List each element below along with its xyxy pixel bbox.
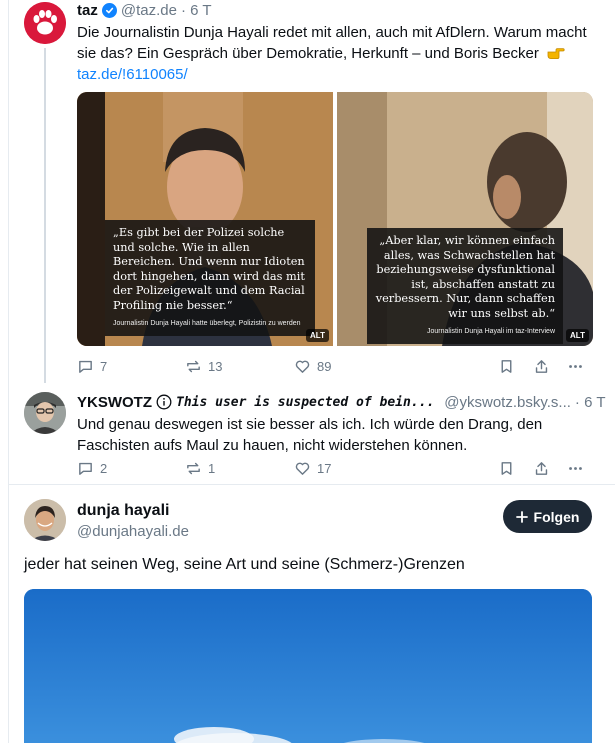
taz-paw-logo-icon	[24, 2, 66, 44]
like-count: 89	[317, 359, 332, 374]
bookmark-button[interactable]	[498, 358, 515, 375]
post-media-gallery: „Es gibt bei der Polizei solche und solc…	[77, 92, 593, 346]
post-link[interactable]: taz.de/!6110065/	[77, 66, 188, 83]
post-time[interactable]: · 6 T	[575, 394, 606, 411]
follow-button[interactable]: Folgen	[503, 500, 592, 533]
image-quote-box-1: „Es gibt bei der Polizei solche und solc…	[105, 220, 315, 336]
image-caption-2: Journalistin Dunja Hayali im taz-Intervi…	[427, 328, 555, 335]
post-body: Die Journalistin Dunja Hayali redet mit …	[77, 24, 587, 62]
image-quote-box-2: „Aber klar, wir können einfach alles, wa…	[367, 228, 563, 344]
sky-photo	[24, 589, 592, 743]
follow-label: Folgen	[533, 508, 580, 525]
post-image-1[interactable]: „Es gibt bei der Polizei solche und solc…	[77, 92, 333, 346]
reply-icon	[79, 360, 92, 373]
bookmark-button[interactable]	[498, 460, 515, 477]
repost-icon	[187, 462, 200, 475]
alt-badge-2[interactable]: ALT	[566, 329, 589, 342]
repost-icon	[187, 360, 200, 373]
post-actions: 2 1 17	[77, 460, 597, 480]
repost-button[interactable]: 13	[185, 358, 222, 375]
reply-icon	[79, 462, 92, 475]
bookmark-icon	[501, 360, 512, 373]
post-text: Die Journalistin Dunja Hayali redet mit …	[77, 22, 587, 85]
avatar-taz[interactable]	[24, 2, 66, 44]
post-divider	[8, 484, 615, 485]
pointing-hand-emoji-icon	[543, 45, 567, 62]
image-quote-1: „Es gibt bei der Polizei solche und solc…	[113, 226, 305, 312]
post-ykswotz[interactable]: YKSWOTZ This user is suspected of bein..…	[0, 386, 610, 486]
heart-icon	[295, 360, 310, 373]
ellipsis-icon	[569, 467, 582, 470]
author-name[interactable]: YKSWOTZ	[77, 394, 152, 411]
more-options-button[interactable]	[567, 460, 584, 477]
post-time[interactable]: · 6 T	[181, 2, 212, 19]
repost-count: 13	[208, 359, 223, 374]
heart-icon	[295, 462, 310, 475]
reply-count: 7	[100, 359, 108, 374]
alt-badge-1[interactable]: ALT	[306, 329, 329, 342]
repost-count: 1	[208, 461, 216, 476]
post-header: taz @taz.de · 6 T	[77, 2, 212, 19]
avatar-ykswotz[interactable]	[24, 392, 66, 434]
user-warning-label[interactable]: This user is suspected of bein...	[176, 395, 434, 410]
repost-button[interactable]: 1	[185, 460, 215, 477]
info-icon[interactable]	[156, 394, 172, 411]
share-button[interactable]	[533, 358, 550, 375]
like-button[interactable]: 17	[294, 460, 331, 477]
verified-badge-icon	[101, 3, 117, 18]
author-name[interactable]: dunja hayali	[77, 502, 169, 520]
profile-photo	[24, 392, 66, 434]
like-button[interactable]: 89	[294, 358, 331, 375]
like-count: 17	[317, 461, 332, 476]
more-options-button[interactable]	[567, 358, 584, 375]
reply-button[interactable]: 7	[77, 358, 107, 375]
author-name[interactable]: taz	[77, 2, 98, 19]
reply-count: 2	[100, 461, 108, 476]
share-icon	[535, 462, 548, 475]
post-image-sky[interactable]	[24, 589, 592, 743]
post-header: YKSWOTZ This user is suspected of bein..…	[77, 394, 606, 411]
bookmark-icon	[501, 462, 512, 475]
avatar-dunja-hayali[interactable]	[24, 499, 66, 541]
post-body: Und genau deswegen ist sie besser als ic…	[77, 416, 543, 454]
post-actions: 7 13 89	[77, 358, 597, 378]
image-quote-2: „Aber klar, wir können einfach alles, wa…	[375, 234, 555, 320]
share-icon	[535, 360, 548, 373]
author-handle[interactable]: @taz.de	[121, 2, 177, 19]
image-caption-1: Journalistin Dunja Hayali hatte überlegt…	[113, 320, 301, 327]
ellipsis-icon	[569, 365, 582, 368]
reply-button[interactable]: 2	[77, 460, 107, 477]
post-image-2[interactable]: „Aber klar, wir können einfach alles, wa…	[337, 92, 593, 346]
plus-icon	[515, 510, 528, 523]
post-body: jeder hat seinen Weg, seine Art und sein…	[24, 556, 465, 573]
author-handle[interactable]: @dunjahayali.de	[77, 523, 189, 540]
share-button[interactable]	[533, 460, 550, 477]
profile-photo	[24, 499, 66, 541]
author-handle[interactable]: @ykswotz.bsky.s...	[444, 394, 571, 411]
post-taz[interactable]: taz @taz.de · 6 T Die Journalistin Dunja…	[0, 0, 610, 380]
